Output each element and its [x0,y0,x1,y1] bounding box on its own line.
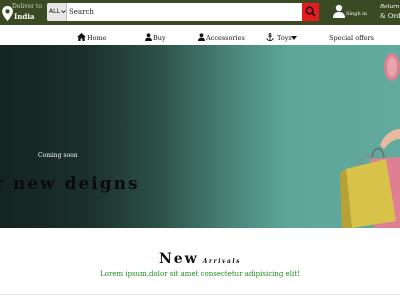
nav-label-toys: Toys [277,34,292,42]
search-bar: ALL [47,3,319,21]
nav-label-special-offers: Special offers [329,34,375,42]
user-icon [145,33,152,41]
arrivals-subtitle: Arrivals [202,258,242,265]
deliver-to[interactable]: Deliver to India [2,2,46,23]
sign-in-button[interactable]: Singh in [332,3,372,23]
hero-banner: Coming soon r new deigns [0,45,400,228]
hero-subtitle: Coming soon [38,152,78,159]
returns-label: Return [380,4,400,10]
sign-in-label: Singh in [346,11,368,17]
arrivals-heading: New Arrivals [0,248,400,267]
anchor-icon [266,33,274,41]
returns-orders-link[interactable]: Return & Orders [380,4,400,22]
home-icon [77,33,86,41]
deliver-label: Deliver to [12,3,42,10]
divider [0,294,400,295]
search-category-select[interactable]: ALL [47,3,67,21]
user-icon [333,4,345,18]
nav-label-home: Home [87,34,107,42]
chevron-down-icon [61,10,66,14]
user-icon [198,33,205,41]
search-icon [305,6,316,17]
caret-down-icon [291,36,297,40]
nav-label-buy: Buy [153,34,166,42]
nav-label-accessories: Accessories [206,34,245,42]
shopping-bags-image [340,53,400,228]
hero-title: r new deigns [0,174,140,194]
top-bar: Deliver to India ALL Singh in Return & O… [0,0,400,25]
orders-label: & Orders [380,12,400,20]
deliver-country: India [14,12,35,21]
search-input[interactable] [68,3,297,21]
arrivals-description: Lorem ipsum,dolor sit amet consectetur a… [100,270,300,278]
main-nav: Home Buy Accessories Toys Special offers [0,30,400,46]
search-button[interactable] [302,3,319,21]
search-category-label: ALL [49,8,60,15]
arrivals-title: New [158,251,199,267]
